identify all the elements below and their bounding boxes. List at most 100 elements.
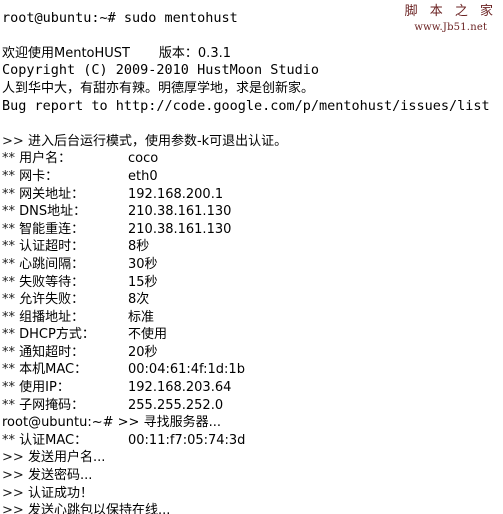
line-prefix: ** [2, 397, 15, 413]
line-text: 发送密码... [27, 468, 93, 484]
line-prefix: ** [2, 239, 15, 255]
terminal-row-heartbeat: ** 心跳间隔： 30秒 [0, 256, 503, 274]
line-prefix: ** [2, 204, 15, 220]
terminal-line-copyright: Copyright (C) 2009-2010 HustMoon Studio [2, 62, 319, 79]
terminal-row-username: ** 用户名： coco [0, 150, 503, 168]
terminal-line-prompt-find-server: root@ubuntu:~# >> 寻找服务器... [2, 415, 221, 431]
row-value: 210.38.161.130 [128, 204, 232, 220]
row-value: 标准 [128, 309, 155, 325]
row-label: 通知超时： [19, 344, 85, 360]
row-key: ** 失败等待： [2, 274, 128, 292]
terminal-row-max-fail: ** 允许失败： 8次 [0, 291, 503, 309]
row-value: 20秒 [128, 344, 158, 360]
row-key: ** 用户名： [2, 150, 128, 168]
row-value: coco [128, 151, 159, 167]
terminal-row-multicast: ** 组播地址： 标准 [0, 309, 503, 327]
line-text: 发送心跳包以保持在线... [27, 503, 171, 514]
row-value: 255.255.252.0 [128, 397, 224, 413]
terminal-row-use-ip: ** 使用IP： 192.168.203.64 [0, 379, 503, 397]
row-key: ** DHCP方式： [2, 326, 128, 344]
row-value: 192.168.203.64 [128, 380, 232, 396]
line-prefix: ** [2, 362, 15, 378]
row-key: ** 认证MAC： [2, 432, 128, 450]
terminal-row-dns: ** DNS地址： 210.38.161.130 [0, 203, 503, 221]
row-label: 网卡： [19, 168, 59, 184]
row-label: DHCP方式： [19, 327, 95, 343]
row-label: 使用IP： [19, 380, 70, 396]
row-label: 本机MAC： [19, 362, 88, 378]
row-key: ** 智能重连： [2, 221, 128, 239]
row-key: ** 允许失败： [2, 291, 128, 309]
row-value: 210.38.161.130 [128, 221, 232, 237]
line-prefix: >> [2, 503, 24, 514]
row-label: 认证超时： [19, 239, 85, 255]
terminal-line-send-password: >> 发送密码... [0, 467, 503, 485]
terminal-row-auth-timeout: ** 认证超时： 8秒 [0, 238, 503, 256]
row-key: ** 通知超时： [2, 344, 128, 362]
row-label: 认证MAC： [19, 432, 88, 448]
line-prefix: >> [2, 133, 24, 149]
row-value: 不使用 [128, 327, 168, 343]
row-value: 192.168.200.1 [128, 186, 224, 202]
row-key: ** 组播地址： [2, 309, 128, 327]
terminal-row-nic: ** 网卡： eth0 [0, 168, 503, 186]
terminal-row-fail-wait: ** 失败等待： 15秒 [0, 274, 503, 292]
row-value: 00:11:f7:05:74:3d [128, 432, 246, 448]
line-prefix: ** [2, 151, 15, 167]
terminal-line-bug-report: Bug report to http://code.google.com/p/m… [2, 97, 490, 114]
terminal-line-auth-success: >> 认证成功！ [0, 485, 503, 503]
row-key: ** 网卡： [2, 168, 128, 186]
terminal-row-notify-timeout: ** 通知超时： 20秒 [0, 344, 503, 362]
row-key: ** 认证超时： [2, 238, 128, 256]
line-prefix: >> [2, 450, 24, 466]
line-prefix: ** [2, 256, 15, 272]
line-prefix: ** [2, 292, 15, 308]
terminal-line-send-heartbeat: >> 发送心跳包以保持在线... [0, 502, 503, 514]
row-key: ** 心跳间隔： [2, 256, 128, 274]
line-prefix: ** [2, 168, 15, 184]
terminal-row-auth-mac: ** 认证MAC： 00:11:f7:05:74:3d [0, 432, 503, 450]
row-key: ** 子网掩码： [2, 397, 128, 415]
terminal-line-welcome: 欢迎使用MentoHUST 版本：0.3.1 [2, 45, 231, 61]
row-key: ** 网关地址： [2, 186, 128, 204]
row-value: 8秒 [128, 239, 150, 255]
row-key: ** DNS地址： [2, 203, 128, 221]
line-prefix: >> [2, 468, 24, 484]
line-prefix: ** [2, 344, 15, 360]
line-prefix: ** [2, 186, 15, 202]
terminal-output: root@ubuntu:~# sudo mentohust 欢迎使用MentoH… [0, 0, 503, 514]
terminal-line-daemon-mode: >> 进入后台运行模式，使用参数-k可退出认证。 [0, 133, 503, 151]
terminal-line-command: root@ubuntu:~# sudo mentohust [2, 9, 238, 26]
row-label: 网关地址： [19, 186, 85, 202]
line-prefix: >> [2, 485, 24, 501]
terminal-line-motto: 人到华中大，有甜亦有辣。明德厚学地，求是创新家。 [2, 80, 315, 96]
line-text: 认证成功！ [27, 485, 93, 501]
terminal-row-reconnect: ** 智能重连： 210.38.161.130 [0, 221, 503, 239]
row-label: 心跳间隔： [19, 256, 85, 272]
terminal-row-gateway: ** 网关地址： 192.168.200.1 [0, 186, 503, 204]
row-label: 失败等待： [19, 274, 85, 290]
terminal-row-dhcp: ** DHCP方式： 不使用 [0, 326, 503, 344]
line-prefix: ** [2, 327, 15, 343]
line-prefix: ** [2, 221, 15, 237]
row-label: 智能重连： [19, 221, 85, 237]
line-prefix: ** [2, 274, 15, 290]
row-key: ** 本机MAC： [2, 361, 128, 379]
terminal-window[interactable]: root@ubuntu:~# sudo mentohust 欢迎使用MentoH… [0, 0, 503, 514]
row-value: 15秒 [128, 274, 158, 290]
line-text: 进入后台运行模式，使用参数-k可退出认证。 [27, 133, 288, 149]
row-value: 30秒 [128, 256, 158, 272]
row-label: 用户名： [19, 151, 72, 167]
line-prefix: ** [2, 309, 15, 325]
row-value: eth0 [128, 168, 158, 184]
terminal-row-local-mac: ** 本机MAC： 00:04:61:4f:1d:1b [0, 361, 503, 379]
line-prefix: ** [2, 380, 15, 396]
terminal-line-send-username: >> 发送用户名... [0, 449, 503, 467]
row-value: 8次 [128, 292, 150, 308]
row-label: DNS地址： [19, 204, 87, 220]
terminal-line-clipped [0, 0, 503, 10]
row-key: ** 使用IP： [2, 379, 128, 397]
row-label: 组播地址： [19, 309, 85, 325]
